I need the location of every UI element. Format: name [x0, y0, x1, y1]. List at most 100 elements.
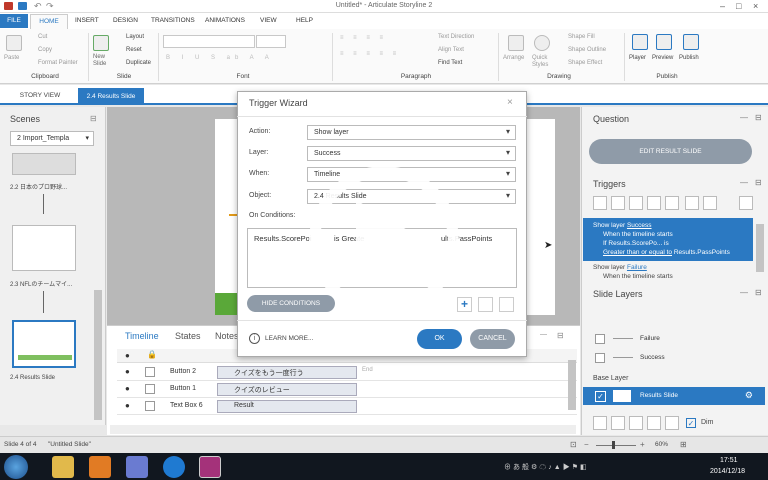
font-size-select[interactable] [256, 35, 286, 48]
scene-select[interactable]: 2 Import_Templa ▾ [10, 131, 94, 146]
timeline-row[interactable]: ● Button 2 クイズをもう一度行う End [117, 364, 577, 381]
delete-condition-icon[interactable] [499, 297, 514, 312]
copy-trigger-icon[interactable] [629, 196, 643, 210]
timeline-bar[interactable]: クイズのレビュー [217, 383, 357, 396]
new-slide-icon[interactable] [93, 35, 109, 51]
dialog-close-icon[interactable]: × [507, 97, 513, 108]
shape-effect-button[interactable]: Shape Effect [568, 60, 602, 66]
quick-styles-button[interactable]: Quick Styles [532, 55, 554, 69]
layer-checkbox[interactable] [595, 353, 605, 363]
internet-explorer-icon[interactable] [163, 456, 185, 478]
edit-trigger-icon[interactable] [611, 196, 625, 210]
publish-icon[interactable] [683, 34, 699, 50]
arrange-button[interactable]: Arrange [503, 55, 524, 61]
triggers-scrollbar[interactable] [756, 224, 764, 272]
ok-button[interactable]: OK [417, 329, 462, 349]
panel-pin-icon[interactable]: ⊟ [755, 288, 762, 297]
reset-button[interactable]: Reset [126, 47, 142, 53]
eye-icon[interactable]: ● [125, 401, 130, 410]
slide-thumbnail[interactable] [12, 153, 76, 175]
timeline-row[interactable]: ● Text Box 6 Result [117, 398, 577, 415]
player-icon[interactable] [632, 34, 648, 50]
zoom-slider-handle[interactable] [612, 441, 615, 449]
hide-conditions-button[interactable]: HIDE CONDITIONS [247, 295, 335, 312]
info-icon[interactable]: i [249, 333, 260, 344]
tab-file[interactable]: FILE [0, 14, 28, 28]
tab-notes[interactable]: Notes [215, 331, 239, 341]
eye-icon[interactable]: ● [125, 384, 130, 393]
layer-checkbox[interactable] [595, 334, 605, 344]
move-up-icon[interactable] [685, 196, 699, 210]
slide-thumbnail[interactable] [12, 225, 76, 271]
tab-timeline[interactable]: Timeline [125, 331, 159, 341]
move-down-icon[interactable] [703, 196, 717, 210]
timeline-scrollbar[interactable] [110, 425, 576, 434]
panel-pin-icon[interactable]: ⊟ [755, 178, 762, 187]
format-painter-button[interactable]: Format Painter [38, 60, 78, 66]
fit-icon[interactable]: ⊡ [570, 440, 577, 449]
gear-icon[interactable]: ⚙ [745, 390, 753, 401]
tab-view[interactable]: VIEW [260, 17, 277, 24]
list-buttons[interactable]: ≡ ≡ ≡ ≡ [340, 35, 387, 41]
panel-pin-icon[interactable]: ⊟ [90, 114, 97, 123]
scenes-scrollbar[interactable] [94, 290, 102, 420]
paste-trigger-icon[interactable] [647, 196, 661, 210]
storyline-icon[interactable] [199, 456, 221, 478]
cancel-button[interactable]: CANCEL [470, 329, 515, 349]
lock-icon[interactable]: 🔒 [147, 350, 157, 359]
layer-row[interactable]: Failure [583, 331, 765, 347]
start-button[interactable] [4, 455, 28, 479]
lock-checkbox[interactable] [145, 367, 155, 377]
font-family-select[interactable] [163, 35, 255, 48]
paste-label[interactable]: Paste [4, 55, 19, 61]
new-trigger-icon[interactable] [593, 196, 607, 210]
panel-collapse-icon[interactable]: — [740, 288, 748, 297]
dim-checkbox[interactable]: ✓ [686, 418, 696, 428]
edit-result-slide-button[interactable]: EDIT RESULT SLIDE [589, 139, 752, 164]
eye-icon[interactable]: ● [125, 351, 130, 360]
apps-icon[interactable] [126, 456, 148, 478]
close-icon[interactable]: × [753, 2, 758, 11]
base-layer-row[interactable]: ✓ Results Slide ⚙ [583, 387, 765, 405]
panel-collapse-icon[interactable]: — [740, 178, 748, 187]
trigger-panel-icon[interactable] [739, 196, 753, 210]
zoom-out-icon[interactable]: − [584, 440, 589, 449]
duplicate-layer-icon[interactable] [647, 416, 661, 430]
tab-states[interactable]: States [175, 331, 201, 341]
paste-layer-icon[interactable] [629, 416, 643, 430]
check-icon[interactable]: ✓ [595, 391, 606, 402]
tab-design[interactable]: DESIGN [113, 17, 138, 24]
duplicate-button[interactable]: Duplicate [126, 60, 151, 66]
delete-layer-icon[interactable] [665, 416, 679, 430]
copy-layer-icon[interactable] [611, 416, 625, 430]
timeline-row[interactable]: ● Button 1 クイズのレビュー [117, 381, 577, 398]
tab-story-view[interactable]: STORY VIEW [8, 88, 72, 104]
find-text-button[interactable]: Find Text [438, 60, 462, 66]
tab-help[interactable]: HELP [296, 17, 313, 24]
align-text-button[interactable]: Align Text [438, 47, 464, 53]
minimize-icon[interactable]: – [720, 2, 725, 11]
publish-button[interactable]: Publish [679, 55, 699, 61]
preview-button[interactable]: Preview [652, 55, 673, 61]
lock-checkbox[interactable] [145, 401, 155, 411]
new-slide-button[interactable]: New Slide [93, 54, 111, 68]
shape-fill-button[interactable]: Shape Fill [568, 34, 595, 40]
explorer-icon[interactable] [52, 456, 74, 478]
delete-trigger-icon[interactable] [665, 196, 679, 210]
play-icon[interactable] [356, 200, 428, 284]
trigger-item[interactable]: Show layer Failure [593, 264, 647, 271]
system-tray-icons[interactable]: ⊕あ般⚙☁♪▲▶⚑◧ [504, 462, 589, 472]
add-condition-icon[interactable]: + [457, 297, 472, 312]
trigger-item-selected[interactable]: Show layer Success When the timeline sta… [583, 218, 753, 261]
timeline-vscroll[interactable] [568, 360, 576, 410]
arrange-icon[interactable] [508, 35, 524, 51]
timeline-bar[interactable]: Result [217, 400, 357, 413]
tab-home[interactable]: HOME [30, 14, 68, 29]
shape-outline-button[interactable]: Shape Outline [568, 47, 606, 53]
paste-icon[interactable] [6, 35, 22, 51]
new-layer-icon[interactable] [593, 416, 607, 430]
timeline-bar[interactable]: クイズをもう一度行う [217, 366, 357, 379]
slide-thumbnail-selected[interactable] [12, 320, 76, 368]
lock-checkbox[interactable] [145, 384, 155, 394]
player-button[interactable]: Player [629, 55, 646, 61]
